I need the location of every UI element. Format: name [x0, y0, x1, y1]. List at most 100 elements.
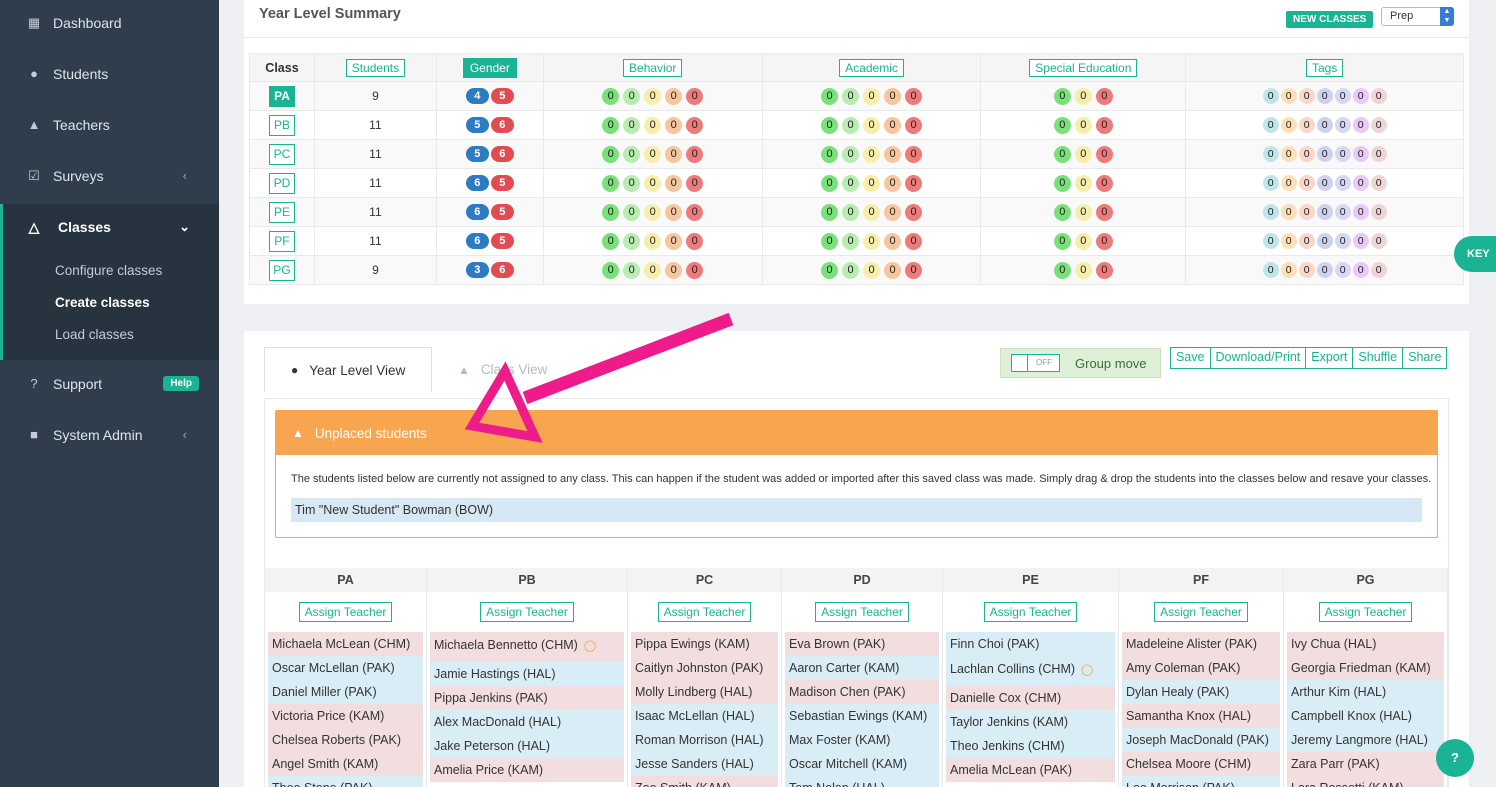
- assign-teacher-button[interactable]: Assign Teacher: [815, 602, 909, 622]
- student-card[interactable]: Pippa Jenkins (PAK): [430, 686, 624, 710]
- student-card[interactable]: Jeremy Langmore (HAL): [1287, 728, 1444, 752]
- student-card[interactable]: Angel Smith (KAM): [268, 752, 423, 776]
- sort-tags-button[interactable]: Tags: [1305, 58, 1344, 77]
- download-print-button[interactable]: Download/Print: [1209, 347, 1307, 369]
- save-button[interactable]: Save: [1170, 347, 1211, 369]
- student-card[interactable]: Ivy Chua (HAL): [1287, 632, 1444, 656]
- nav-configure-classes[interactable]: Configure classes: [55, 263, 162, 278]
- student-card[interactable]: Roman Morrison (HAL): [631, 728, 778, 752]
- nav-create-classes[interactable]: Create classes: [55, 295, 150, 310]
- student-card[interactable]: Oscar McLellan (PAK): [268, 656, 423, 680]
- class-select-button[interactable]: PB: [268, 114, 295, 136]
- shuffle-button[interactable]: Shuffle: [1352, 347, 1404, 369]
- student-card[interactable]: Zoe Smith (KAM): [631, 776, 778, 787]
- student-card[interactable]: Lara Rossetti (KAM): [1287, 776, 1444, 787]
- class-column-name: PB: [427, 568, 627, 592]
- nav-support[interactable]: ? Support Help: [0, 358, 219, 409]
- nav-classes-label: Classes: [58, 219, 111, 235]
- assign-teacher-button[interactable]: Assign Teacher: [983, 602, 1078, 622]
- academic-count: 0: [842, 261, 860, 279]
- student-card[interactable]: Tom Nolan (HAL): [785, 776, 939, 787]
- export-button[interactable]: Export: [1305, 347, 1354, 369]
- class-select-button[interactable]: PE: [268, 201, 295, 223]
- tab-year-level-view[interactable]: ● Year Level View: [264, 347, 432, 392]
- class-select-button[interactable]: PD: [268, 172, 295, 194]
- class-select-button[interactable]: PA: [268, 85, 295, 107]
- student-card[interactable]: Oscar Mitchell (KAM): [785, 752, 939, 776]
- student-card[interactable]: Zara Parr (PAK): [1287, 752, 1444, 776]
- assign-teacher-button[interactable]: Assign Teacher: [480, 602, 574, 622]
- student-card[interactable]: Molly Lindberg (HAL): [631, 680, 778, 704]
- student-card[interactable]: Sebastian Ewings (KAM): [785, 704, 939, 728]
- student-card[interactable]: Lachlan Collins (CHM) ◯: [946, 656, 1115, 686]
- class-select-button[interactable]: PC: [268, 143, 295, 165]
- cell-students: 11: [313, 226, 437, 256]
- student-card[interactable]: Eva Brown (PAK): [785, 632, 939, 656]
- student-card[interactable]: Leo Morrison (PAK): [1122, 776, 1280, 787]
- class-select-button[interactable]: PF: [268, 230, 295, 252]
- student-card[interactable]: Taylor Jenkins (KAM): [946, 710, 1115, 734]
- student-card[interactable]: Campbell Knox (HAL): [1287, 704, 1444, 728]
- student-card[interactable]: Georgia Friedman (KAM): [1287, 656, 1444, 680]
- student-card[interactable]: Amelia McLean (PAK): [946, 758, 1115, 782]
- student-card[interactable]: Isaac McLellan (HAL): [631, 704, 778, 728]
- student-card[interactable]: Daniel Miller (PAK): [268, 680, 423, 704]
- sort-special-education-button[interactable]: Special Education: [1029, 58, 1138, 77]
- student-card[interactable]: Aaron Carter (KAM): [785, 656, 939, 680]
- student-card[interactable]: Jamie Hastings (HAL): [430, 662, 624, 686]
- class-columns: PA Assign Teacher Michaela McLean (CHM) Osc…: [265, 568, 1448, 787]
- student-card[interactable]: Madeleine Alister (PAK): [1122, 632, 1280, 656]
- student-card[interactable]: Chelsea Moore (CHM): [1122, 752, 1280, 776]
- student-name: Caitlyn Johnston (PAK): [635, 661, 764, 675]
- student-card[interactable]: Jake Peterson (HAL): [430, 734, 624, 758]
- key-tab[interactable]: KEY: [1454, 236, 1496, 272]
- student-card[interactable]: Pippa Ewings (KAM): [631, 632, 778, 656]
- student-card[interactable]: Danielle Cox (CHM): [946, 686, 1115, 710]
- nav-teachers[interactable]: ▲ Teachers: [0, 99, 219, 150]
- nav-load-classes[interactable]: Load classes: [55, 327, 134, 342]
- student-card[interactable]: Arthur Kim (HAL): [1287, 680, 1444, 704]
- assign-teacher-button[interactable]: Assign Teacher: [1154, 602, 1248, 622]
- assign-teacher-button[interactable]: Assign Teacher: [1318, 602, 1413, 622]
- tab-class-view[interactable]: ▲ Class View: [458, 347, 547, 392]
- student-card[interactable]: Amelia Price (KAM): [430, 758, 624, 782]
- student-card[interactable]: Max Foster (KAM): [785, 728, 939, 752]
- student-card[interactable]: Dylan Healy (PAK): [1122, 680, 1280, 704]
- student-card[interactable]: Michaela McLean (CHM): [268, 632, 423, 656]
- student-card[interactable]: Jesse Sanders (HAL): [631, 752, 778, 776]
- assign-teacher-button[interactable]: Assign Teacher: [298, 602, 393, 622]
- sort-academic-button[interactable]: Academic: [839, 58, 904, 77]
- student-card[interactable]: Samantha Knox (HAL): [1122, 704, 1280, 728]
- student-card[interactable]: Theo Jenkins (CHM): [946, 734, 1115, 758]
- special-education-count: 0: [1095, 87, 1113, 105]
- new-classes-button[interactable]: NEW CLASSES: [1286, 11, 1374, 28]
- student-card[interactable]: Finn Choi (PAK): [946, 632, 1115, 656]
- nav-students[interactable]: ● Students: [0, 48, 219, 99]
- tag-count: 0: [1316, 88, 1333, 104]
- sort-behavior-button[interactable]: Behavior: [623, 58, 683, 77]
- student-card[interactable]: Caitlyn Johnston (PAK): [631, 656, 778, 680]
- unplaced-student[interactable]: Tim "New Student" Bowman (BOW): [291, 498, 1422, 522]
- nav-surveys[interactable]: ☑ Surveys ‹: [0, 150, 219, 201]
- sort-gender-button[interactable]: Gender: [462, 57, 517, 78]
- help-button[interactable]: ?: [1436, 739, 1474, 777]
- student-card[interactable]: Michaela Bennetto (CHM) ◯: [430, 632, 624, 662]
- student-name: Madison Chen (PAK): [789, 685, 906, 699]
- class-select-button[interactable]: PG: [268, 259, 295, 281]
- student-card[interactable]: Amy Coleman (PAK): [1122, 656, 1280, 680]
- student-card[interactable]: Joseph MacDonald (PAK): [1122, 728, 1280, 752]
- nav-dashboard[interactable]: ▦ Dashboard: [0, 0, 219, 48]
- student-card[interactable]: Madison Chen (PAK): [785, 680, 939, 704]
- behavior-count: 0: [623, 261, 641, 279]
- group-move-toggle[interactable]: OFF: [1011, 354, 1060, 372]
- student-card[interactable]: Alex MacDonald (HAL): [430, 710, 624, 734]
- nav-classes[interactable]: △ Classes ⌄: [3, 204, 219, 250]
- student-card[interactable]: Theo Stone (PAK): [268, 776, 423, 787]
- student-card[interactable]: Chelsea Roberts (PAK): [268, 728, 423, 752]
- sort-students-button[interactable]: Students: [345, 58, 406, 77]
- year-level-select[interactable]: Prep ▲ ▼: [1381, 7, 1454, 26]
- share-button[interactable]: Share: [1402, 347, 1448, 369]
- student-card[interactable]: Victoria Price (KAM): [268, 704, 423, 728]
- assign-teacher-button[interactable]: Assign Teacher: [657, 602, 752, 622]
- nav-system-admin[interactable]: ■ System Admin ‹: [0, 409, 219, 460]
